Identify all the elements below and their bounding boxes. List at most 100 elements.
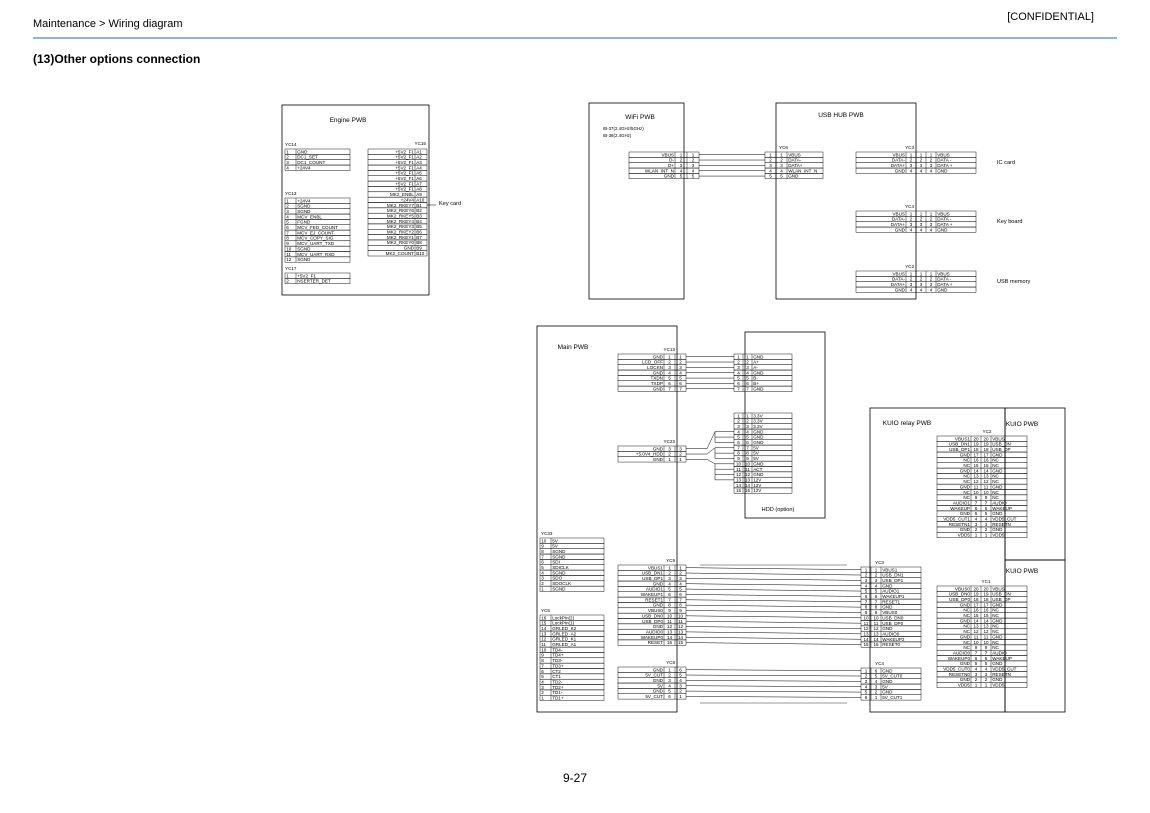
cell-text: SGND: [552, 586, 566, 591]
cell-text: 6: [541, 560, 544, 565]
table-row: [936, 607, 1028, 613]
cell-text: 3: [930, 222, 933, 227]
usb-harness-wire: [685, 610, 862, 613]
engine-yc17: 1 +5V2_F1 2 NSERTER_DET: [284, 272, 351, 284]
cell-text: 2: [668, 452, 671, 457]
cell-text: 14: [863, 637, 869, 642]
cell-text: VBUS1: [882, 567, 898, 572]
kuio-pwb-title: KUIO PWB: [1006, 568, 1039, 575]
cell-text: GND: [653, 370, 664, 375]
cell-text: 3: [875, 578, 878, 583]
cell-text: 15: [736, 488, 742, 493]
connector-label: YC4: [875, 661, 884, 666]
cell-text: 2: [930, 277, 933, 282]
cell-text: 4: [668, 581, 671, 586]
cell-text: 2: [737, 419, 740, 424]
cell-text: USB_DN: [992, 442, 1011, 447]
cell-text: 12: [973, 629, 979, 634]
cell-text: SGND: [552, 554, 566, 559]
cell-text: +5V2_F1: [395, 187, 414, 192]
usb-harness-wire: [685, 604, 862, 608]
cell-text: 3: [910, 282, 913, 287]
page-number: 9-27: [563, 771, 588, 785]
cell-text: 8: [679, 603, 682, 608]
cell-text: VDD5: [958, 683, 971, 688]
cell-text: 5: [541, 565, 544, 570]
cell-text: GND: [653, 689, 664, 694]
cell-text: 3: [668, 446, 671, 451]
cell-text: NC: [992, 479, 999, 484]
table-row: [284, 148, 351, 155]
cell-text: 4: [680, 168, 683, 173]
cell-text: D-: [669, 158, 674, 163]
cell-text: USB_DN1: [949, 442, 971, 447]
cell-text: AUDIO0: [953, 650, 971, 655]
cell-text: 12: [863, 626, 869, 631]
cell-text: USB_DP0: [882, 621, 903, 626]
cell-text: 2: [286, 204, 289, 209]
cell-text: 4: [975, 517, 978, 522]
cell-text: WAKEUP: [992, 656, 1012, 661]
cell-text: 13: [745, 477, 751, 482]
table-row: [936, 467, 1028, 474]
table-row: [539, 575, 605, 582]
cell-text: B5: [416, 224, 422, 229]
cell-text: 12: [667, 624, 673, 629]
main-yc23: GND 3 3 +5.0V4_HDD 2 2 GND 1 1: [617, 445, 687, 463]
cell-text: 2: [680, 158, 683, 163]
cell-text: SGND: [297, 209, 311, 214]
cell-text: A+: [753, 360, 759, 365]
usb-hub-pwb-title: USB HUB PWB: [818, 112, 864, 119]
cell-text: VBUS1: [955, 436, 971, 441]
cell-text: AUDIO1: [953, 500, 971, 505]
cell-text: 20: [983, 436, 989, 441]
cell-text: MK2_RKEY7: [387, 203, 415, 208]
cell-text: 6: [668, 694, 671, 699]
cell-text: FGND: [297, 220, 311, 225]
table-row: [539, 537, 605, 544]
cell-text: GND: [960, 527, 971, 532]
cell-text: USB_DP: [992, 597, 1010, 602]
cell-text: CT1: [552, 674, 561, 679]
cell-text: 14: [667, 635, 673, 640]
cell-text: USB_DP: [992, 447, 1010, 452]
cell-text: GND: [653, 667, 664, 672]
cell-text: VBUS0: [955, 586, 971, 591]
cell-text: 6: [668, 381, 671, 386]
cell-text: 2: [541, 581, 544, 586]
cell-text: LockPin(2): [552, 615, 574, 620]
cell-text: VBUS: [937, 211, 950, 216]
cell-text: 7: [668, 597, 671, 602]
cell-text: 7: [975, 500, 978, 505]
table-row: [539, 553, 605, 560]
cell-text: 3: [975, 522, 978, 527]
cell-text: 19: [983, 442, 989, 447]
cell-text: GND: [992, 527, 1003, 532]
cell-text: 2: [541, 690, 544, 695]
cell-text: 4: [985, 517, 988, 522]
cell-text: MK2_COUNT: [386, 251, 415, 256]
cell-text: LOCKN: [647, 365, 663, 370]
cell-text: A2: [416, 155, 422, 160]
usb-harness-wire: [685, 567, 862, 570]
cell-text: B2: [416, 208, 422, 213]
engine-yc14: 1 GND 2 DC1_SET 3 DC1_COUNT 4 +24V4: [284, 148, 351, 171]
cell-text: B7: [416, 235, 422, 240]
cell-text: 2: [875, 690, 878, 695]
cell-text: 7: [541, 554, 544, 559]
cell-text: GND: [882, 626, 893, 631]
power-harness-wire: [685, 696, 862, 698]
cell-text: 1: [541, 696, 544, 701]
cell-text: DATA-: [788, 158, 802, 163]
usb-harness-wire: [685, 583, 862, 586]
cell-text: 1: [985, 683, 988, 688]
cell-text: 13: [973, 624, 979, 629]
table-row: [539, 543, 605, 549]
cell-text: 6: [875, 594, 878, 599]
cell-text: 7: [737, 445, 740, 450]
cell-text: 3: [679, 683, 682, 688]
cell-text: 12: [983, 479, 989, 484]
cell-text: 4: [985, 667, 988, 672]
cell-text: MK2_RKEY2: [387, 230, 415, 235]
cell-text: 2: [985, 527, 988, 532]
